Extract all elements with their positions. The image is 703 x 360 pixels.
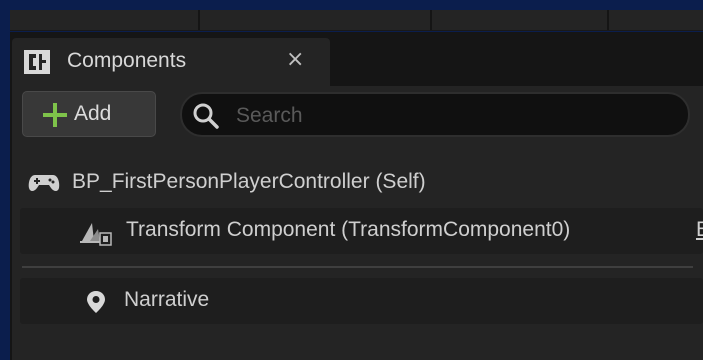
transform-component-label: Transform Component (TransformComponent0… [126, 218, 571, 241]
top-toolbar-strip [10, 10, 703, 31]
tree-row-transform[interactable]: Transform Component (TransformComponent0… [20, 208, 703, 254]
close-icon[interactable]: × [286, 47, 304, 72]
tree-row-root[interactable]: BP_FirstPersonPlayerController (Self) [20, 160, 703, 206]
transform-icon [78, 219, 114, 251]
tree-row-narrative[interactable]: Narrative [20, 278, 703, 324]
search-icon [192, 102, 220, 130]
gamepad-icon [28, 173, 60, 197]
transform-trailing-text[interactable]: E [696, 218, 703, 242]
narrative-component-label: Narrative [124, 288, 210, 311]
add-button-label: Add [74, 102, 112, 125]
components-icon [24, 50, 50, 74]
search-input[interactable] [234, 98, 678, 133]
root-component-label: BP_FirstPersonPlayerController (Self) [72, 170, 426, 193]
editor-frame: Components × Add Search BP_FirstPersonPl… [0, 0, 703, 360]
plus-icon [42, 102, 68, 128]
strip-divider [198, 10, 200, 30]
search-box[interactable] [180, 92, 690, 137]
components-panel-content: Add Search BP_FirstPersonPlayerControlle… [12, 86, 703, 360]
components-tab[interactable]: Components × [12, 38, 330, 86]
tree-separator [22, 266, 693, 268]
location-pin-icon [86, 290, 106, 318]
tab-title: Components [67, 49, 187, 72]
add-component-button[interactable]: Add [22, 91, 156, 137]
strip-divider [430, 10, 432, 30]
strip-divider [607, 10, 609, 30]
